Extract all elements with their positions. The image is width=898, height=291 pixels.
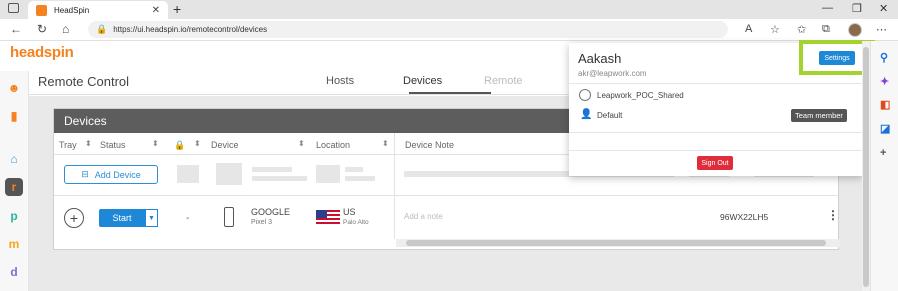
column-location[interactable]: Location [316,140,350,150]
lock-icon[interactable]: 🔒 [96,24,107,35]
collections-icon[interactable]: ⧉ [822,23,830,36]
add-device-icon: ⊟ [81,169,89,179]
search-icon[interactable]: ⚲ [880,51,888,64]
add-sidebar-icon[interactable]: + [880,147,886,159]
copilot-icon[interactable]: ✦ [880,75,889,88]
back-icon[interactable]: ← [10,22,22,36]
read-aloud-icon[interactable]: A [745,23,752,35]
dropdown-divider [569,83,863,84]
office-icon[interactable]: ◧ [880,98,890,111]
add-device-label: Add Device [94,169,141,180]
m-app-icon[interactable]: m [5,235,23,253]
refresh-icon[interactable]: ↻ [37,22,47,36]
page-title: Remote Control [38,74,130,89]
lock-column-icon[interactable]: 🔒 [174,140,185,151]
dropdown-divider [569,150,863,151]
device-note-input[interactable]: Add a note [404,212,443,221]
remote-app-icon[interactable]: r [5,178,23,196]
account-email: akr@leapwork.com [578,69,647,78]
placeholder-block [177,165,199,183]
placeholder-line [345,167,363,172]
maximize-icon[interactable]: ❐ [852,2,862,15]
browser-tab-headspin[interactable]: HeadSpin ✕ [28,1,168,19]
horizontal-scrollbar[interactable] [396,239,840,247]
team-name[interactable]: Default [597,111,622,120]
more-options-icon[interactable]: ⋯ [876,23,887,36]
page-vertical-scrollbar[interactable] [862,41,870,291]
user-icon: 👤 [580,109,593,120]
sort-icon[interactable]: ⬍ [298,139,305,148]
team-icon[interactable]: ☻ [5,79,23,97]
sign-out-button[interactable]: Sign Out [697,156,733,170]
sort-icon[interactable]: ⬍ [194,139,201,148]
favorites-icon[interactable]: ✩ [797,23,806,36]
browser-tab-strip: HeadSpin ✕ + — ❐ ✕ [0,0,898,19]
column-device-note[interactable]: Device Note [405,140,454,150]
tab-remote[interactable]: Remote [484,75,523,87]
settings-button[interactable]: Settings [819,51,855,65]
placeholder-line [252,167,292,172]
org-name[interactable]: Leapwork_POC_Shared [597,91,684,100]
sort-icon[interactable]: ⬍ [152,139,159,148]
add-device-button[interactable]: ⊟ Add Device [64,165,158,184]
tab-title: HeadSpin [54,5,90,15]
row-more-icon[interactable]: ⋮ [827,208,839,222]
browser-toolbar: ← ↻ ⌂ 🔒 https://ui.headspin.io/remotecon… [0,19,898,41]
column-status[interactable]: Status [100,140,126,150]
placeholder-line [345,176,375,181]
close-window-icon[interactable]: ✕ [879,2,888,15]
dropdown-divider [569,132,863,133]
profile-avatar[interactable] [848,23,862,37]
scrollbar-thumb[interactable] [406,240,826,246]
us-flag-icon [316,210,340,225]
location-city: Palo Alto [343,219,369,226]
home-icon[interactable]: ⌂ [62,22,69,36]
address-url[interactable]: https://ui.headspin.io/remotecontrol/dev… [113,25,267,34]
row-divider [54,195,840,196]
minimize-icon[interactable]: — [822,2,833,14]
placeholder-block [316,165,340,183]
column-device[interactable]: Device [211,140,239,150]
d-app-icon[interactable]: d [5,263,23,281]
headspin-logo[interactable]: headspin [10,44,74,61]
start-dropdown-icon[interactable]: ▼ [145,209,158,227]
home-app-icon[interactable]: ⌂ [5,150,23,168]
role-badge: Team member [791,109,847,122]
device-serial: 96WX22LH5 [720,212,769,222]
active-tab-indicator [409,92,491,94]
sort-icon[interactable]: ⬍ [382,139,389,148]
analytics-icon[interactable]: ▮ [5,107,23,125]
device-placeholder-icon [216,163,242,185]
account-name: Aakash [578,51,622,66]
lock-status: - [186,213,190,224]
column-tray[interactable]: Tray [59,140,77,150]
add-to-tray-button[interactable]: + [64,208,84,228]
outlook-icon[interactable]: ◪ [880,122,890,135]
favorite-star-icon[interactable]: ☆ [770,23,780,36]
placeholder-line [252,176,307,181]
tab-hosts[interactable]: Hosts [326,75,354,87]
address-bar[interactable]: 🔒 https://ui.headspin.io/remotecontrol/d… [88,21,728,38]
device-brand: GOOGLE [251,207,291,217]
note-column-divider [394,133,395,239]
sort-icon[interactable]: ⬍ [85,139,92,148]
devices-panel-title: Devices [64,114,107,128]
location-country: US [343,207,356,217]
p-app-icon[interactable]: p [5,207,23,225]
start-button[interactable]: Start [99,209,145,227]
left-nav: ☻ ▮ ⌂ r p m d [0,71,29,291]
close-tab-icon[interactable]: ✕ [152,5,168,16]
new-tab-icon[interactable]: + [173,1,181,17]
tab-devices[interactable]: Devices [403,75,442,87]
phone-icon [224,207,234,227]
page-scroll-thumb[interactable] [863,47,869,287]
org-icon [579,89,591,101]
headspin-favicon [36,4,47,16]
device-model: Pixel 3 [251,219,273,226]
edge-sidebar: ⚲ ✦ ◧ ◪ + [870,41,898,291]
tab-actions-icon[interactable] [8,3,19,13]
